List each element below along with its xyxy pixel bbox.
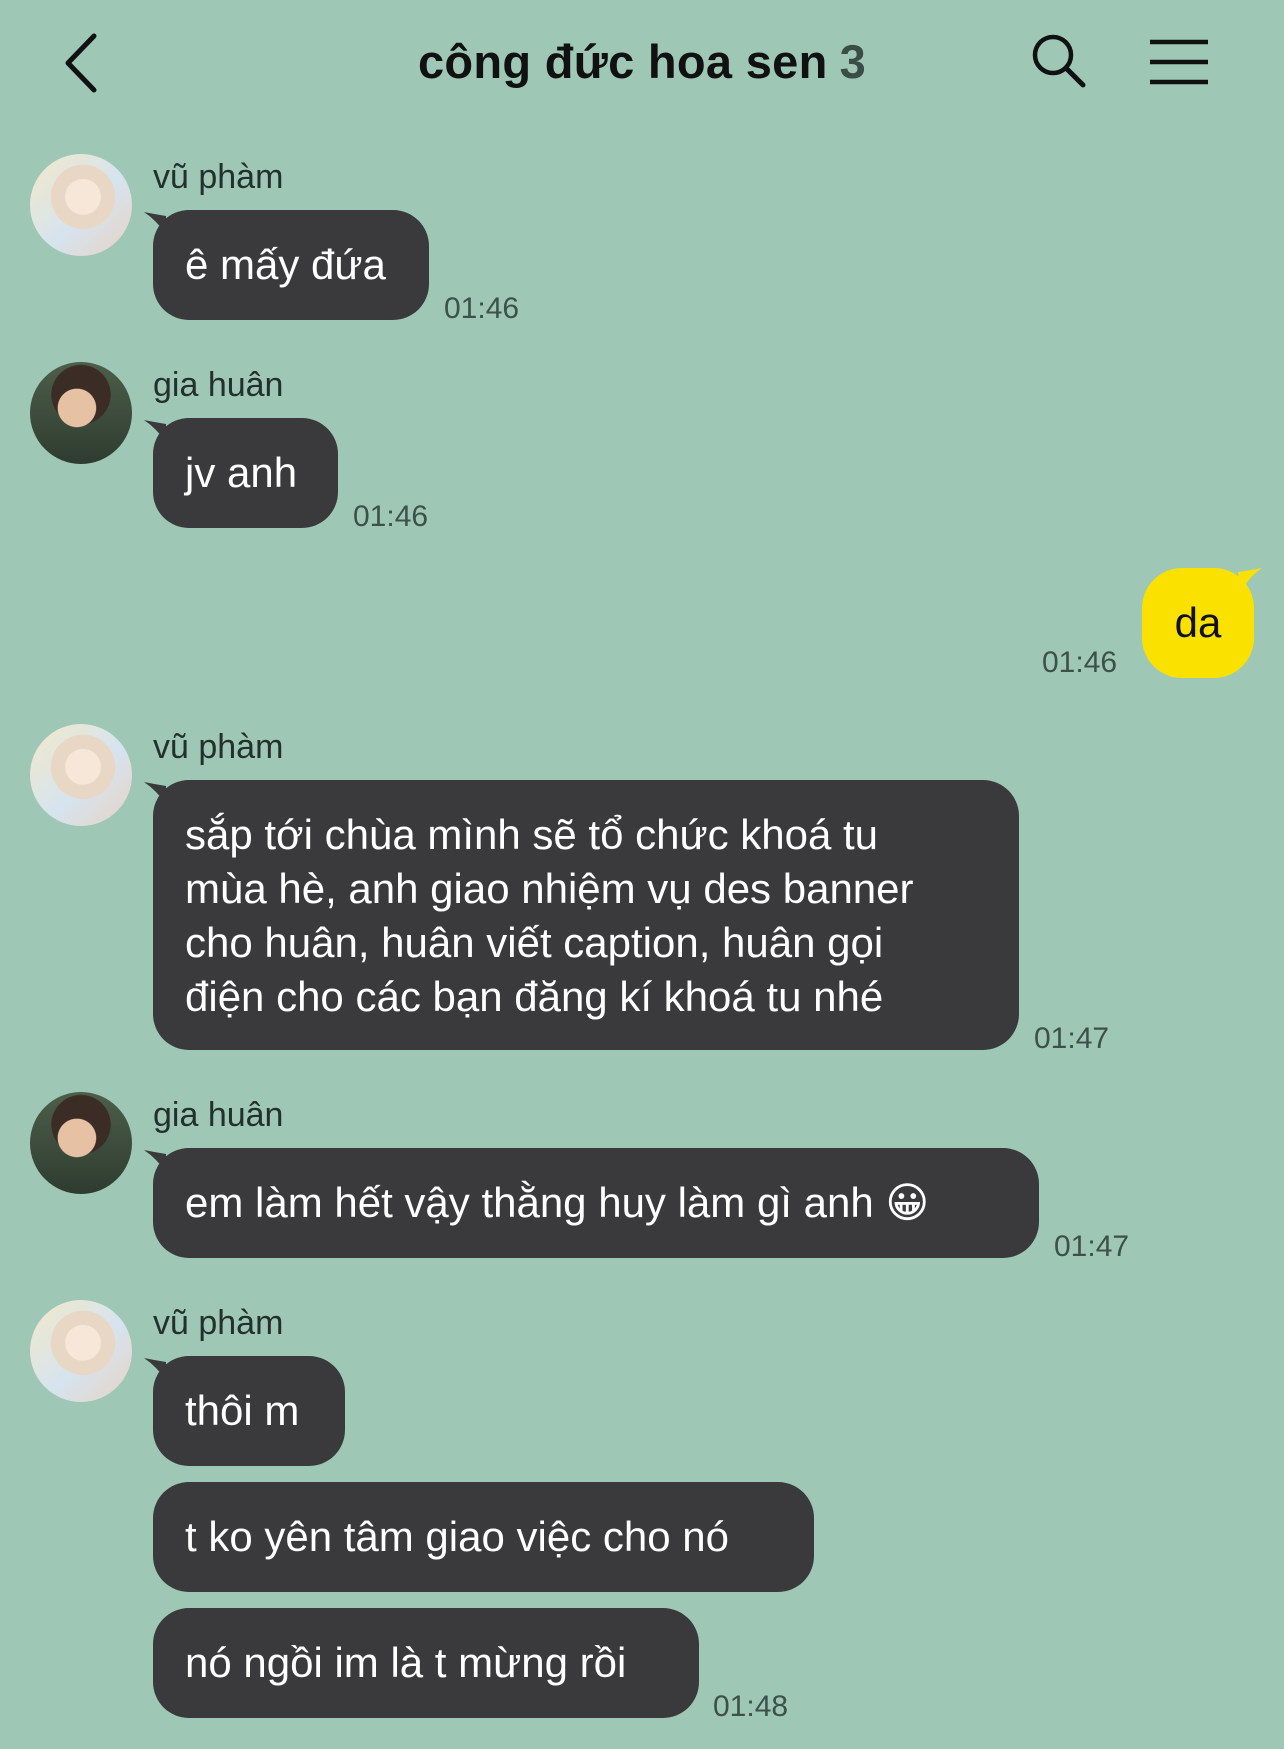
message-bubble[interactable]: nó ngồi im là t mừng rồi: [153, 1608, 699, 1718]
hamburger-menu-icon: [1150, 39, 1208, 85]
message-bubble[interactable]: sắp tới chùa mình sẽ tổ chức khoá tu mùa…: [153, 780, 1019, 1050]
message-time: 01:46: [353, 500, 429, 533]
message-line: sắp tới chùa mình sẽ tổ chức khoá tu: [185, 811, 879, 858]
message-bubble[interactable]: ê mấy đứa: [153, 210, 429, 320]
search-button[interactable]: [1028, 30, 1090, 92]
sender-name: vũ phàm: [153, 1304, 284, 1342]
avatar-gia-huan[interactable]: [30, 362, 132, 464]
chat-title: công đức hoa sen 3: [417, 35, 867, 88]
message-line: điện cho các bạn đăng kí khoá tu nhé: [185, 973, 884, 1020]
message-bubble[interactable]: em làm hết vậy thằng huy làm gì anh 😀: [153, 1148, 1039, 1258]
avatar-vu-pham[interactable]: [30, 724, 132, 826]
avatar-vu-pham[interactable]: [30, 1300, 132, 1402]
message-bubble[interactable]: thôi m: [153, 1356, 345, 1466]
message-bubble[interactable]: jv anh: [153, 418, 338, 528]
bubble-tail: [1238, 568, 1262, 592]
chat-header: công đức hoa sen 3: [0, 0, 1284, 130]
message-bubble[interactable]: t ko yên tâm giao việc cho nó: [153, 1482, 814, 1592]
message-time: 01:46: [444, 292, 520, 325]
sender-name: vũ phàm: [153, 728, 284, 766]
message-time: 01:47: [1034, 1022, 1110, 1055]
search-icon: [1032, 34, 1086, 88]
message-time: 01:48: [713, 1690, 789, 1723]
avatar-gia-huan[interactable]: [30, 1092, 132, 1194]
message-time: 01:46: [1042, 646, 1118, 679]
sender-name: vũ phàm: [153, 158, 284, 196]
message-line: cho huân, huân viết caption, huân gọi: [185, 919, 884, 966]
member-count: 3: [839, 35, 867, 88]
sender-name: gia huân: [153, 1096, 284, 1134]
message-time: 01:47: [1054, 1230, 1130, 1263]
sender-name: gia huân: [153, 366, 284, 404]
chat-title-group[interactable]: công đức hoa sen 3: [0, 34, 1284, 89]
message-line: mùa hè, anh giao nhiệm vụ des banner: [185, 865, 914, 912]
avatar-vu-pham[interactable]: [30, 154, 132, 256]
menu-button[interactable]: [1148, 38, 1210, 88]
